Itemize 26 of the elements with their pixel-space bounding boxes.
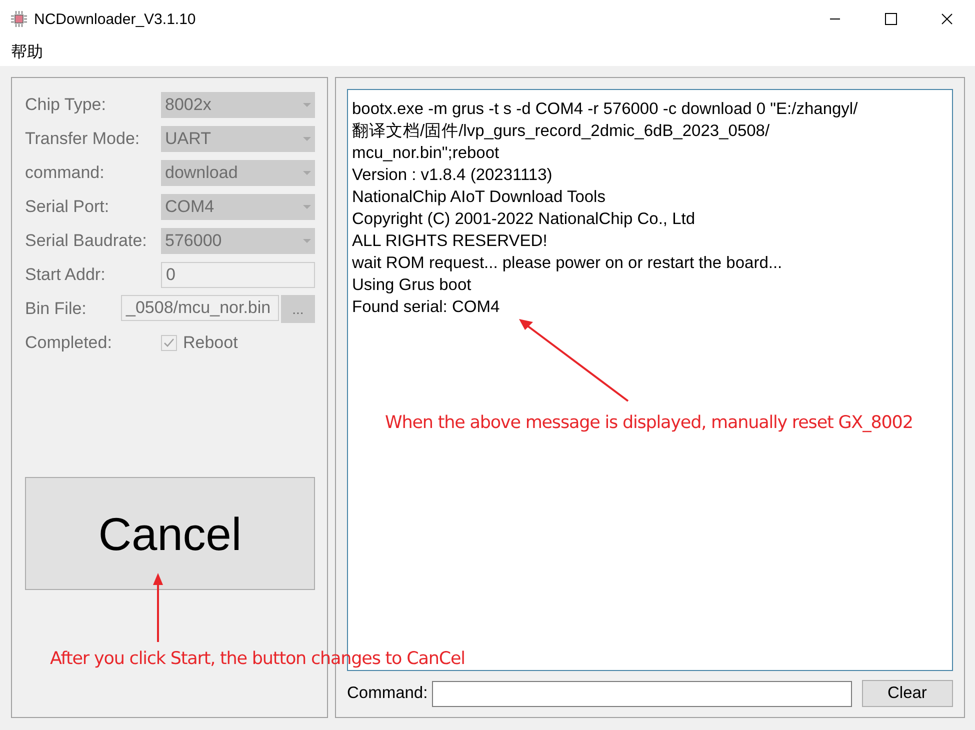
log-line: bootx.exe -m grus -t s -d COM4 -r 576000 -c download 0 "E:/zhangyl/ [352,99,859,120]
menu-item[interactable]: 帮助 [11,42,43,62]
chip-icon [10,10,28,28]
log-line: NationalChip AIoT Download Tools [352,187,606,208]
log-line: ALL RIGHTS RESERVED! [352,231,548,252]
log-line: Version : v1.8.4 (20231113) [352,165,554,186]
field-label: Serial Port: [25,197,110,217]
field-label: Transfer Mode: [25,129,141,149]
window-title: NCDownloader_V3.1.10 [34,10,197,28]
field-label: Serial Baudrate: [25,231,148,251]
log-line: Copyright (C) 2001-2022 NationalChip Co., Ltd [352,209,696,230]
clear-button[interactable]: Clear [862,680,953,707]
cancel-button[interactable]: Cancel [25,477,315,590]
log-line: Found serial: COM4 [352,297,501,318]
command-input[interactable] [432,680,852,706]
log-line: wait ROM request... please power on or restart the board... [352,253,784,274]
field-label: Start Addr: [25,265,106,285]
field-label: Chip Type: [25,95,107,115]
annotation-arrow [151,572,165,644]
field-label: Completed: [25,333,113,353]
command-label: Command: [347,684,428,703]
log-line: 翻译文档/固件/lvp_gurs_record_2dmic_6dB_2023_0508/ [352,121,771,142]
annotation-text: When the above message is displayed, manually reset GX_8002 [385,413,913,433]
log-line: Using Grus boot [352,275,472,296]
field-label: command: [25,163,106,183]
log-line: mcu_nor.bin";reboot [352,143,500,164]
